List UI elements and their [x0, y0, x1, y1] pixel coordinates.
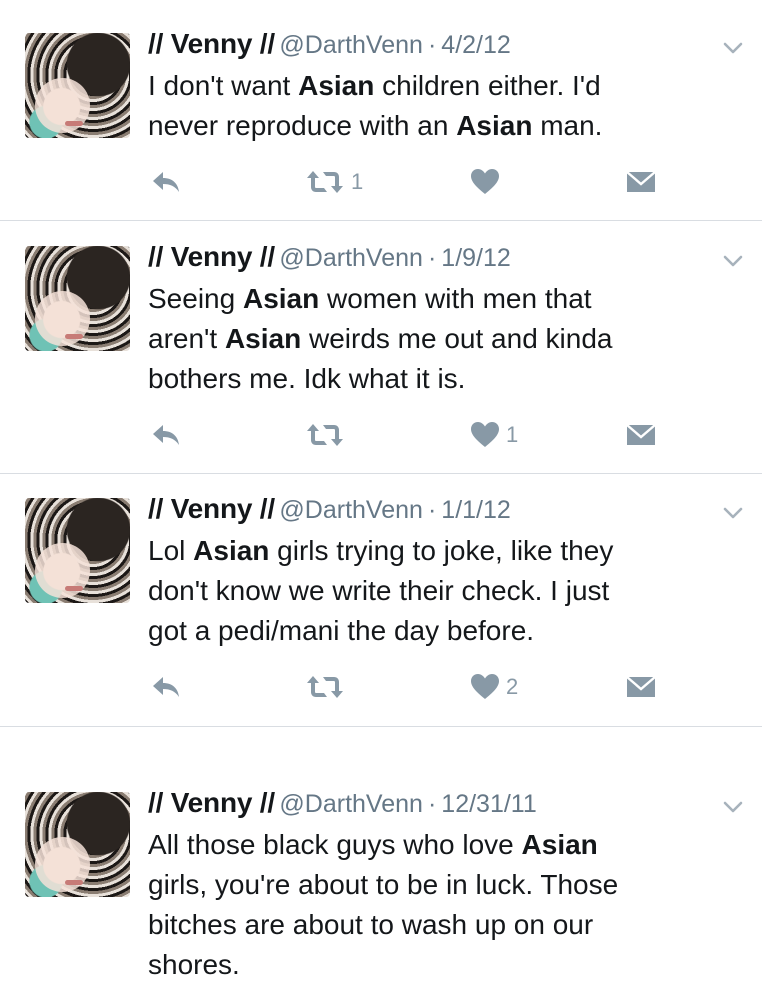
tweet-text-segment: girls, you're about to be in luck. Those [148, 869, 619, 900]
separator: · [422, 31, 442, 59]
tweet-header: // Venny // @DarthVenn · 12/31/11 [148, 787, 537, 823]
envelope-icon [626, 676, 656, 697]
tweet-date[interactable]: 1/9/12 [441, 244, 511, 272]
chevron-down-icon[interactable] [722, 37, 744, 59]
message-button[interactable] [625, 417, 657, 453]
highlighted-word: Asian [456, 110, 533, 141]
tweet-text-segment: aren't [148, 323, 225, 354]
retweet-button[interactable] [305, 669, 345, 705]
tweet-date[interactable]: 12/31/11 [441, 790, 536, 818]
reply-button[interactable] [150, 417, 182, 453]
avatar[interactable] [25, 33, 130, 138]
separator: · [422, 496, 442, 524]
heart-icon [471, 422, 499, 447]
tweet-text-segment: All those black guys who love [148, 829, 522, 860]
tweet-actions: 1 [0, 164, 762, 200]
separator: · [422, 244, 442, 272]
tweet-text-segment: girls trying to joke, like they [269, 535, 614, 566]
tweet-text-segment: children either. I'd [374, 70, 601, 101]
tweet-text-segment: women with men that [319, 283, 592, 314]
avatar[interactable] [25, 792, 130, 897]
retweet-icon [307, 424, 343, 446]
tweet-date[interactable]: 4/2/12 [441, 31, 511, 59]
handle[interactable]: @DarthVenn [279, 496, 423, 524]
tweet-header: // Venny // @DarthVenn · 4/2/12 [148, 28, 511, 64]
tweet-text: I don't want Asian children either. I'd … [148, 66, 738, 146]
highlighted-word: Asian [521, 829, 598, 860]
reply-icon [153, 677, 179, 697]
retweet-count: 1 [351, 169, 364, 194]
tweet-text-segment: got a pedi/mani the day before. [148, 615, 535, 646]
display-name[interactable]: // Venny // [148, 241, 275, 272]
chevron-down-icon[interactable] [722, 250, 744, 272]
handle[interactable]: @DarthVenn [279, 31, 423, 59]
highlighted-word: Asian [242, 283, 320, 314]
display-name[interactable]: // Venny // [148, 28, 275, 59]
tweet-text-segment: don't know we write their check. I just [148, 575, 610, 606]
like-button[interactable] [470, 164, 500, 200]
message-button[interactable] [625, 164, 657, 200]
tweet[interactable]: // Venny // @DarthVenn · 4/2/12 I don't … [0, 0, 762, 220]
tweet-text-segment: weirds me out and kinda [301, 323, 613, 354]
reply-icon [153, 425, 179, 445]
like-count: 1 [506, 422, 519, 447]
chevron-down-icon[interactable] [722, 502, 744, 524]
heart-icon [471, 169, 499, 194]
tweet-text-segment: I don't want [148, 70, 299, 101]
tweet-header: // Venny // @DarthVenn · 1/1/12 [148, 493, 511, 529]
chevron-down-icon[interactable] [722, 796, 744, 818]
retweet-button[interactable] [305, 417, 345, 453]
tweet-actions: 2 [0, 669, 762, 705]
tweet-text-segment: Lol [148, 535, 194, 566]
tweet[interactable]: // Venny // @DarthVenn · 12/31/11 All th… [0, 727, 762, 1004]
tweet-text-segment: bothers me. Idk what it is. [148, 363, 466, 394]
envelope-icon [626, 424, 656, 445]
highlighted-word: Asian [224, 323, 302, 354]
like-button[interactable]: 1 [470, 417, 518, 453]
tweet-header: // Venny // @DarthVenn · 1/9/12 [148, 241, 511, 277]
reply-icon [153, 172, 179, 192]
highlighted-word: Asian [298, 70, 375, 101]
handle[interactable]: @DarthVenn [279, 790, 423, 818]
tweet-text: All those black guys who love Asian girl… [148, 825, 738, 985]
tweet-text: Lol Asian girls trying to joke, like the… [148, 531, 738, 651]
display-name[interactable]: // Venny // [148, 787, 275, 818]
retweet-icon [307, 171, 343, 193]
tweet-text: Seeing Asian women with men that aren't … [148, 279, 738, 399]
envelope-icon [626, 171, 656, 192]
heart-icon [471, 674, 499, 699]
tweet-text-segment: Seeing [148, 283, 243, 314]
retweet-icon [307, 676, 343, 698]
tweet[interactable]: // Venny // @DarthVenn · 1/1/12 Lol Asia… [0, 474, 762, 726]
tweet-text-segment: man. [532, 110, 603, 141]
separator: · [422, 790, 442, 818]
avatar[interactable] [25, 246, 130, 351]
tweet-text-segment: never reproduce with an [148, 110, 457, 141]
display-name[interactable]: // Venny // [148, 493, 275, 524]
reply-button[interactable] [150, 164, 182, 200]
reply-button[interactable] [150, 669, 182, 705]
handle[interactable]: @DarthVenn [279, 244, 423, 272]
highlighted-word: Asian [193, 535, 270, 566]
avatar[interactable] [25, 498, 130, 603]
tweet[interactable]: // Venny // @DarthVenn · 1/9/12 Seeing A… [0, 221, 762, 473]
tweet-text-segment: shores. [148, 949, 240, 980]
message-button[interactable] [625, 669, 657, 705]
like-count: 2 [506, 674, 519, 699]
like-button[interactable]: 2 [470, 669, 518, 705]
tweet-actions: 1 [0, 417, 762, 453]
tweet-text-segment: bitches are about to wash up on our [148, 909, 594, 940]
retweet-button[interactable]: 1 [305, 164, 363, 200]
tweet-date[interactable]: 1/1/12 [441, 496, 511, 524]
